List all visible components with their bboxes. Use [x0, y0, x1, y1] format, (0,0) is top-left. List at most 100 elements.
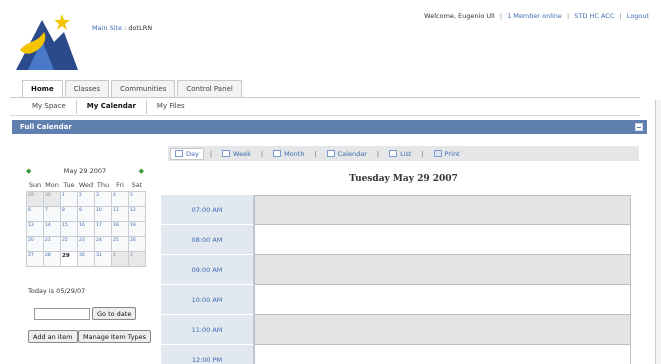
weekday-header: Wed: [78, 180, 94, 189]
calendar-day-icon: [175, 150, 183, 157]
day-cell[interactable]: 13: [26, 220, 44, 237]
add-item-button[interactable]: Add an item: [28, 330, 78, 343]
view-calendar[interactable]: Calendar: [323, 150, 371, 158]
day-cell[interactable]: 30: [77, 250, 95, 267]
day-cell[interactable]: 23: [77, 235, 95, 252]
week-row: 29 30 1 2 3 4 5: [26, 190, 146, 207]
tabs-divider: [10, 97, 640, 98]
main-site-link[interactable]: Main Site: [92, 24, 122, 32]
day-cell[interactable]: 1: [111, 250, 129, 267]
separator: |: [499, 12, 503, 20]
day-cell[interactable]: 10: [94, 205, 112, 222]
separator: |: [567, 12, 570, 20]
subtab-my-space[interactable]: My Space: [22, 100, 76, 114]
day-cell[interactable]: 26: [128, 235, 146, 252]
time-slot[interactable]: [254, 225, 631, 255]
time-row: 09:00 AM: [161, 255, 631, 285]
tab-communities[interactable]: Communities: [111, 80, 176, 98]
go-to-date-button[interactable]: Go to date: [92, 307, 137, 320]
next-month-arrow-icon[interactable]: ◆: [139, 167, 144, 175]
date-input[interactable]: [34, 308, 90, 320]
user-bar: Welcome, Eugenio Ull | 1 Member online |…: [424, 12, 649, 20]
day-cell[interactable]: 18: [111, 220, 129, 237]
day-cell[interactable]: 29: [26, 190, 44, 207]
tab-control-panel[interactable]: Control Panel: [177, 80, 242, 98]
separator: |: [376, 149, 380, 158]
day-cell[interactable]: 20: [26, 235, 44, 252]
day-cell[interactable]: 22: [60, 235, 78, 252]
time-row: 07:00 AM: [161, 195, 631, 225]
view-calendar-label: Calendar: [337, 149, 367, 158]
time-slot[interactable]: [254, 345, 631, 364]
panel-header: Full Calendar: [12, 120, 647, 134]
prev-month-arrow-icon[interactable]: ◆: [26, 167, 31, 175]
weekday-row: Sun Mon Tue Wed Thu Fri Sat: [27, 179, 146, 191]
day-cell[interactable]: 25: [111, 235, 129, 252]
view-day[interactable]: Day: [170, 147, 204, 160]
time-row: 10:00 AM: [161, 285, 631, 315]
time-slot[interactable]: [254, 285, 631, 315]
day-cell[interactable]: 12: [128, 205, 146, 222]
weekday-header: Sat: [131, 180, 143, 189]
time-label[interactable]: 08:00 AM: [161, 225, 254, 255]
day-cell[interactable]: 21: [43, 235, 61, 252]
std-hc-acc-link[interactable]: STD HC ACC: [574, 12, 614, 20]
day-cell[interactable]: 16: [77, 220, 95, 237]
time-label[interactable]: 12:00 PM: [161, 345, 254, 364]
page-scrollbar[interactable]: [655, 100, 661, 364]
time-label[interactable]: 09:00 AM: [161, 255, 254, 285]
time-label[interactable]: 07:00 AM: [161, 195, 254, 225]
day-cell[interactable]: 27: [26, 250, 44, 267]
mini-calendar-nav: ◆ May 29 2007 ◆: [26, 167, 144, 175]
manage-item-types-button[interactable]: Manage Item Types: [78, 330, 152, 343]
day-cell[interactable]: 11: [111, 205, 129, 222]
day-cell-today[interactable]: 29: [60, 250, 78, 267]
view-list[interactable]: List: [385, 150, 415, 158]
time-slot[interactable]: [254, 315, 631, 345]
day-cell[interactable]: 30: [43, 190, 61, 207]
weekday-header: Thu: [96, 180, 110, 189]
subtab-my-files[interactable]: My Files: [145, 100, 195, 114]
day-cell[interactable]: 15: [60, 220, 78, 237]
day-cell[interactable]: 9: [77, 205, 95, 222]
week-row: 6 7 8 9 10 11 12: [26, 205, 146, 222]
day-cell[interactable]: 4: [111, 190, 129, 207]
members-online-link[interactable]: 1 Member online: [507, 12, 562, 20]
view-week[interactable]: Week: [218, 150, 255, 158]
day-cell[interactable]: 28: [43, 250, 61, 267]
time-label[interactable]: 11:00 AM: [161, 315, 254, 345]
separator: |: [209, 149, 213, 158]
separator: |: [314, 149, 317, 158]
day-cell[interactable]: 5: [128, 190, 146, 207]
time-label[interactable]: 10:00 AM: [161, 285, 254, 315]
day-cell[interactable]: 2: [77, 190, 95, 207]
day-cell[interactable]: 8: [60, 205, 78, 222]
day-cell[interactable]: 1: [60, 190, 78, 207]
tab-home[interactable]: Home: [22, 80, 63, 98]
time-row: 08:00 AM: [161, 225, 631, 255]
day-cell[interactable]: 24: [94, 235, 112, 252]
day-cell[interactable]: 31: [94, 250, 112, 267]
view-month[interactable]: Month: [269, 150, 308, 158]
weekday-header: Tue: [63, 180, 75, 189]
day-cell[interactable]: 14: [43, 220, 61, 237]
day-cell[interactable]: 6: [26, 205, 44, 222]
separator: |: [421, 149, 424, 158]
subtab-my-calendar[interactable]: My Calendar: [75, 100, 146, 114]
day-cell[interactable]: 7: [43, 205, 61, 222]
calendar-week-icon: [222, 150, 231, 157]
main-tabs: Home Classes Communities Control Panel: [22, 80, 244, 98]
day-cell[interactable]: 3: [94, 190, 112, 207]
time-row: 12:00 PM: [161, 345, 631, 364]
calendar-icon: [326, 150, 335, 157]
subtabs-divider: [10, 115, 640, 116]
minimize-icon[interactable]: [635, 123, 643, 131]
time-slot[interactable]: [254, 195, 631, 225]
day-cell[interactable]: 19: [128, 220, 146, 237]
tab-classes[interactable]: Classes: [64, 80, 110, 98]
time-slot[interactable]: [254, 255, 631, 285]
logout-link[interactable]: Logout: [627, 12, 649, 20]
day-cell[interactable]: 17: [94, 220, 112, 237]
view-print[interactable]: Print: [430, 150, 464, 158]
day-cell[interactable]: 2: [128, 250, 146, 267]
